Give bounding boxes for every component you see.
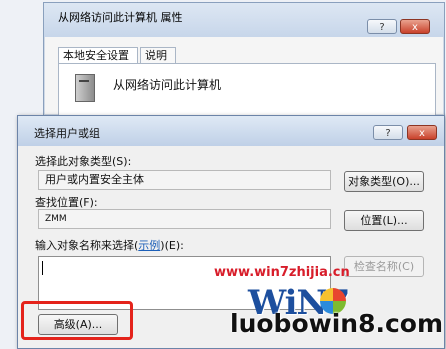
select-users-close-button[interactable]: x	[407, 125, 437, 140]
select-users-title: 选择用户或组	[34, 127, 100, 140]
object-type-field: 用户或内置安全主体	[38, 170, 331, 190]
properties-titlebar: 从网络访问此计算机 属性 ? x	[44, 3, 444, 37]
highlight-box	[21, 301, 133, 340]
object-names-label-prefix: 输入对象名称来选择(	[35, 239, 139, 252]
examples-link[interactable]: 示例	[138, 239, 160, 252]
text-caret	[42, 261, 43, 275]
select-users-help-button[interactable]: ?	[373, 125, 403, 140]
tab-local-security-settings[interactable]: 本地安全设置	[58, 47, 138, 63]
object-names-label: 输入对象名称来选择(示例)(E):	[35, 237, 184, 253]
properties-help-button[interactable]: ?	[367, 19, 397, 34]
policy-name: 从网络访问此计算机	[113, 78, 222, 92]
locations-button[interactable]: 位置(L)...	[344, 210, 424, 231]
location-field: ZMM	[38, 209, 331, 229]
properties-close-button[interactable]: x	[400, 19, 430, 34]
select-users-titlebar: 选择用户或组 ? x	[18, 116, 444, 146]
properties-title: 从网络访问此计算机 属性	[58, 11, 183, 24]
properties-panel: 从网络访问此计算机	[58, 63, 436, 120]
tab-explain[interactable]: 说明	[140, 47, 176, 63]
object-types-button[interactable]: 对象类型(O)...	[344, 171, 424, 192]
object-names-label-suffix: )(E):	[160, 239, 184, 252]
watermark-url: www.win7zhijia.cn	[214, 265, 350, 280]
computer-icon	[75, 74, 95, 102]
check-names-button[interactable]: 检查名称(C)	[344, 256, 424, 277]
watermark-site: luobowin8.com	[230, 309, 444, 338]
location-label: 查找位置(F):	[35, 196, 98, 209]
properties-dialog: 从网络访问此计算机 属性 ? x 本地安全设置 说明 从网络访问此计算机	[43, 2, 445, 120]
object-type-label: 选择此对象类型(S):	[35, 155, 132, 168]
